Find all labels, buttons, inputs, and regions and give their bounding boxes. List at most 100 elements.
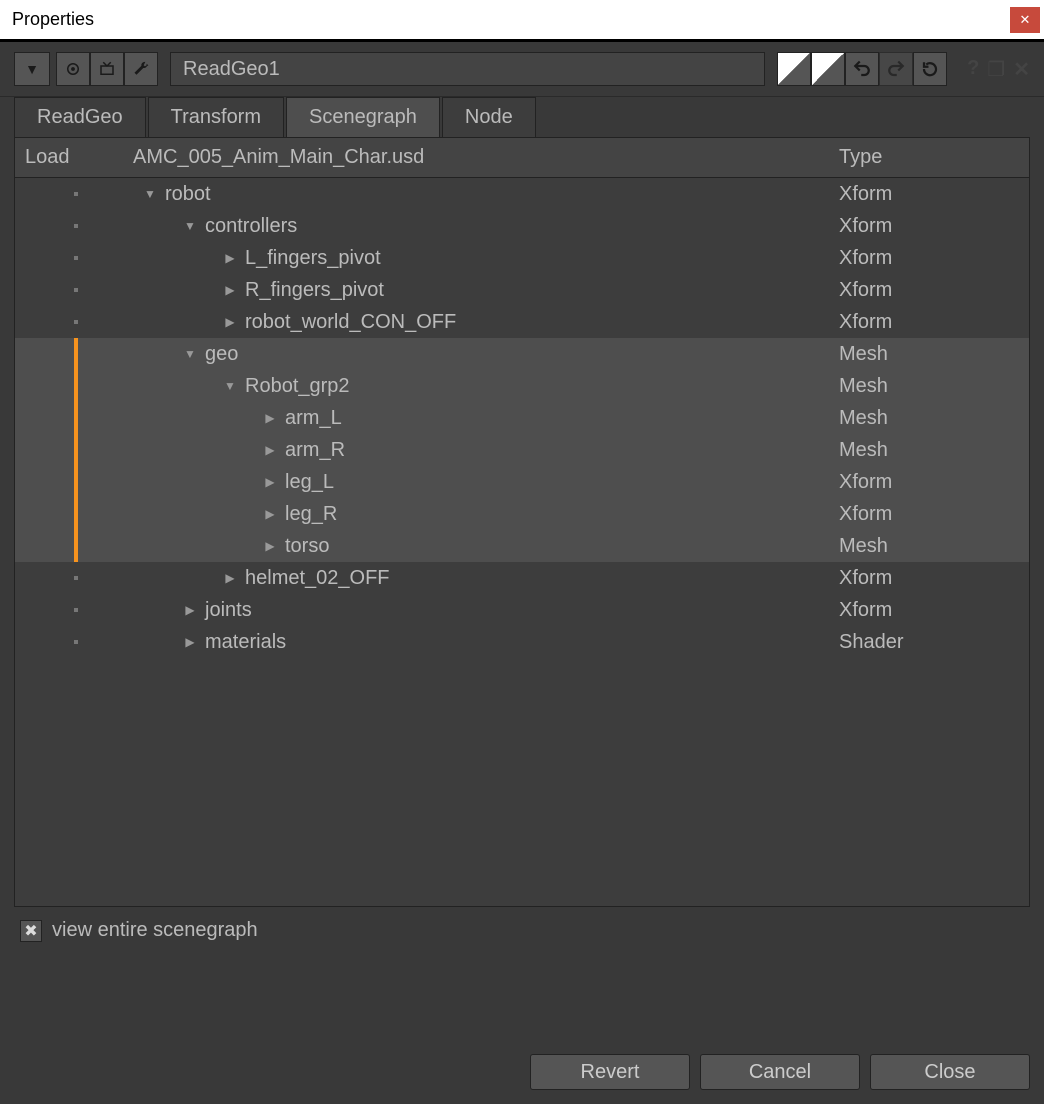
name-cell: controllers xyxy=(127,215,829,238)
tree-item-label: Robot_grp2 xyxy=(245,375,350,398)
viewer-link-button[interactable] xyxy=(90,52,124,86)
expand-icon[interactable] xyxy=(223,571,237,585)
name-cell: Robot_grp2 xyxy=(127,375,829,398)
type-cell: Xform xyxy=(829,215,1029,238)
tab-readgeo[interactable]: ReadGeo xyxy=(14,97,146,137)
window-title: Properties xyxy=(12,9,94,30)
reload-button[interactable] xyxy=(913,52,947,86)
tree-item-label: leg_R xyxy=(285,503,337,526)
expand-icon[interactable] xyxy=(263,475,277,489)
tree-row[interactable]: leg_LXform xyxy=(15,466,1029,498)
name-cell: geo xyxy=(127,343,829,366)
tree-row[interactable]: geoMesh xyxy=(15,338,1029,370)
load-indicator-dot xyxy=(74,288,78,292)
load-cell[interactable] xyxy=(15,320,127,324)
tree-row[interactable]: L_fingers_pivotXform xyxy=(15,242,1029,274)
load-indicator-dot xyxy=(74,608,78,612)
load-cell[interactable] xyxy=(15,288,127,292)
expand-icon[interactable] xyxy=(183,603,197,617)
tab-transform[interactable]: Transform xyxy=(148,97,284,137)
column-header-name[interactable]: AMC_005_Anim_Main_Char.usd xyxy=(127,146,829,169)
tree-row[interactable]: arm_RMesh xyxy=(15,434,1029,466)
center-node-button[interactable] xyxy=(56,52,90,86)
type-cell: Mesh xyxy=(829,439,1029,462)
undo-button[interactable] xyxy=(845,52,879,86)
expand-icon[interactable] xyxy=(223,283,237,297)
node-menu-dropdown[interactable]: ▼ xyxy=(14,52,50,86)
view-entire-scenegraph-checkbox[interactable]: ✖ xyxy=(20,920,42,942)
tree-row[interactable]: materialsShader xyxy=(15,626,1029,658)
tree-row[interactable]: R_fingers_pivotXform xyxy=(15,274,1029,306)
load-cell[interactable] xyxy=(15,370,127,402)
name-cell: leg_R xyxy=(127,503,829,526)
node-name-field[interactable]: ReadGeo1 xyxy=(170,52,765,86)
tree-item-label: joints xyxy=(205,599,252,622)
titlebar: Properties ✕ xyxy=(0,0,1044,42)
load-cell[interactable] xyxy=(15,224,127,228)
redo-button[interactable] xyxy=(879,52,913,86)
tree-row[interactable]: leg_RXform xyxy=(15,498,1029,530)
load-cell[interactable] xyxy=(15,608,127,612)
close-button[interactable]: Close xyxy=(870,1054,1030,1090)
load-cell[interactable] xyxy=(15,402,127,434)
window-close-button[interactable]: ✕ xyxy=(1010,7,1040,33)
expand-icon[interactable] xyxy=(263,507,277,521)
load-cell[interactable] xyxy=(15,434,127,466)
cancel-button[interactable]: Cancel xyxy=(700,1054,860,1090)
load-cell[interactable] xyxy=(15,530,127,562)
close-panel-button[interactable]: ✕ xyxy=(1013,57,1030,82)
table-header: Load AMC_005_Anim_Main_Char.usd Type xyxy=(15,138,1029,178)
type-cell: Mesh xyxy=(829,407,1029,430)
tree-row[interactable]: robotXform xyxy=(15,178,1029,210)
settings-button[interactable] xyxy=(124,52,158,86)
type-cell: Xform xyxy=(829,599,1029,622)
tree-row[interactable]: Robot_grp2Mesh xyxy=(15,370,1029,402)
load-cell[interactable] xyxy=(15,192,127,196)
name-cell: robot_world_CON_OFF xyxy=(127,311,829,334)
tree-row[interactable]: arm_LMesh xyxy=(15,402,1029,434)
help-button[interactable]: ? xyxy=(967,57,979,82)
expand-icon[interactable] xyxy=(263,411,277,425)
type-cell: Shader xyxy=(829,631,1029,654)
load-cell[interactable] xyxy=(15,498,127,530)
load-indicator-bar xyxy=(74,338,78,370)
collapse-icon[interactable] xyxy=(223,379,237,393)
column-header-type[interactable]: Type xyxy=(829,146,1029,169)
tab-scenegraph[interactable]: Scenegraph xyxy=(286,97,440,137)
name-cell: materials xyxy=(127,631,829,654)
expand-icon[interactable] xyxy=(263,443,277,457)
tree-item-label: L_fingers_pivot xyxy=(245,247,381,270)
tree-row[interactable]: robot_world_CON_OFFXform xyxy=(15,306,1029,338)
load-indicator-dot xyxy=(74,640,78,644)
revert-button[interactable]: Revert xyxy=(530,1054,690,1090)
collapse-icon[interactable] xyxy=(143,187,157,201)
tree-row[interactable]: joints Xform xyxy=(15,594,1029,626)
name-cell: arm_L xyxy=(127,407,829,430)
type-cell: Mesh xyxy=(829,535,1029,558)
tree-row[interactable]: torsoMesh xyxy=(15,530,1029,562)
float-panel-button[interactable]: ❐ xyxy=(987,57,1005,82)
load-cell[interactable] xyxy=(15,576,127,580)
load-cell[interactable] xyxy=(15,640,127,644)
mask-a-button[interactable] xyxy=(777,52,811,86)
mask-b-button[interactable] xyxy=(811,52,845,86)
collapse-icon[interactable] xyxy=(183,347,197,361)
load-indicator-bar xyxy=(74,530,78,562)
load-cell[interactable] xyxy=(15,256,127,260)
column-header-load[interactable]: Load xyxy=(15,146,127,169)
type-cell: Xform xyxy=(829,471,1029,494)
expand-icon[interactable] xyxy=(183,635,197,649)
redo-icon xyxy=(887,60,905,78)
tree-row[interactable]: controllersXform xyxy=(15,210,1029,242)
name-cell: torso xyxy=(127,535,829,558)
expand-icon[interactable] xyxy=(223,251,237,265)
expand-icon[interactable] xyxy=(223,315,237,329)
expand-icon[interactable] xyxy=(263,539,277,553)
load-cell[interactable] xyxy=(15,466,127,498)
tree-row[interactable]: helmet_02_OFFXform xyxy=(15,562,1029,594)
scenegraph-tree[interactable]: robotXformcontrollersXformL_fingers_pivo… xyxy=(15,178,1029,906)
collapse-icon[interactable] xyxy=(183,219,197,233)
load-indicator-bar xyxy=(74,466,78,498)
tab-node[interactable]: Node xyxy=(442,97,536,137)
load-cell[interactable] xyxy=(15,338,127,370)
